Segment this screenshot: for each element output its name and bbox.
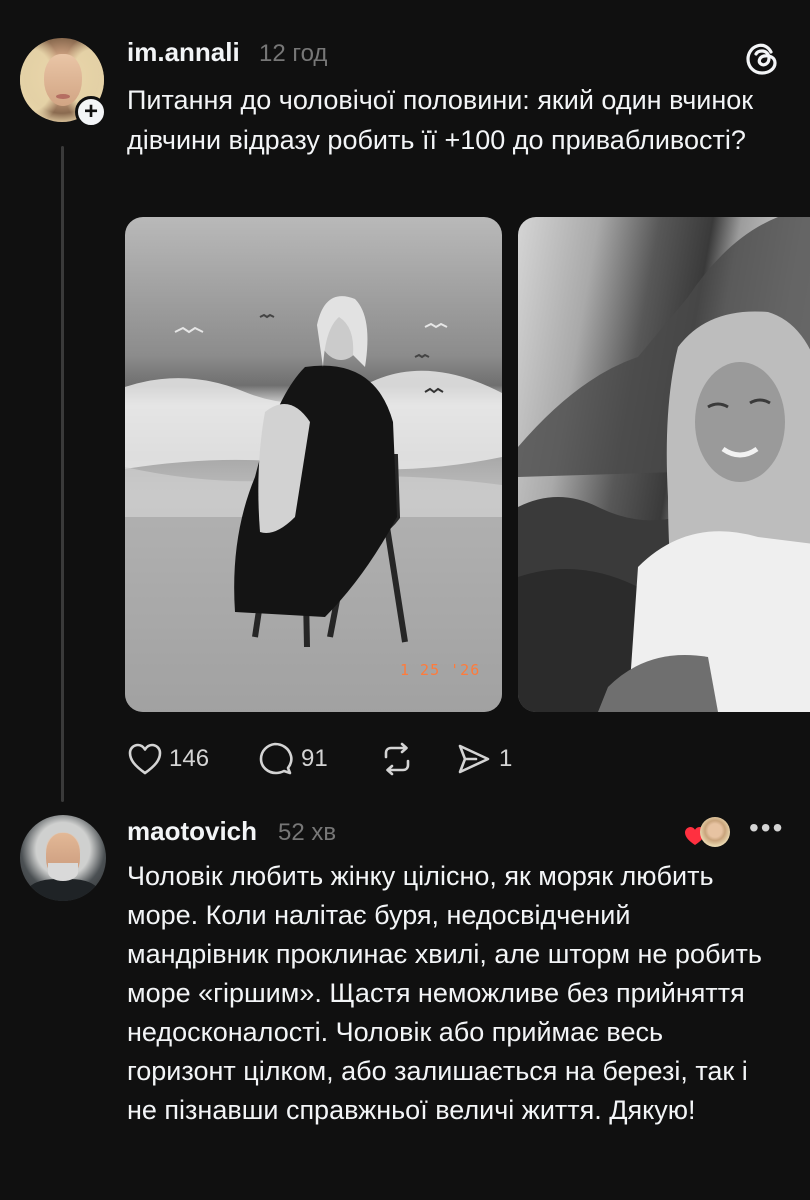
share-icon[interactable]: [456, 741, 492, 777]
threads-logo-icon[interactable]: [742, 38, 782, 78]
reply-timestamp: 52 хв: [278, 819, 337, 846]
post-photo-1[interactable]: 1 25 '26: [125, 217, 502, 712]
liker-avatar: [700, 817, 730, 847]
comment-count: 91: [301, 745, 328, 772]
reply-author-avatar[interactable]: [20, 815, 106, 901]
share-count: 1: [499, 745, 513, 772]
post-timestamp: 12 год: [259, 40, 328, 67]
photo-date-stamp: 1 25 '26: [400, 661, 481, 679]
repost-icon[interactable]: [378, 740, 416, 778]
reply-text: Чоловік любить жінку цілісно, як моряк л…: [127, 861, 762, 1125]
like-count: 146: [169, 745, 210, 772]
post-text: Питання до чоловічої половини: який один…: [127, 85, 754, 155]
comment-icon[interactable]: [258, 741, 294, 777]
reply-author-username[interactable]: maotovich: [127, 816, 257, 847]
post-author-username[interactable]: im.annali: [127, 37, 240, 68]
more-options-icon[interactable]: •••: [749, 812, 784, 844]
post-photo-2[interactable]: [518, 217, 810, 712]
follow-plus-icon[interactable]: +: [75, 96, 107, 128]
thread-connector-line: [61, 146, 64, 802]
heart-icon[interactable]: [127, 742, 163, 776]
